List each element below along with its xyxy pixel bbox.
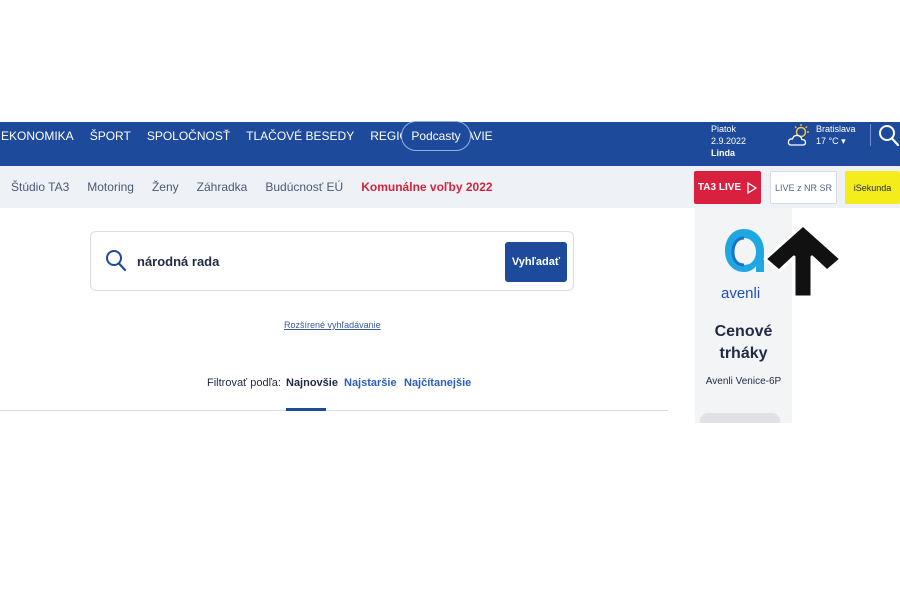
ad-product-image [700,413,780,423]
isekunda-button[interactable]: iSekunda [845,171,900,204]
ad-subtitle: Avenli Venice-6P [705,376,782,387]
filter-label: Filtrovať podľa: [207,377,281,389]
nav-item-sport[interactable]: ŠPORT [82,122,139,150]
play-icon [747,181,758,194]
filter-tab-newest[interactable]: Najnovšie [286,377,338,389]
filter-tab-most-read[interactable]: Najčítanejšie [404,377,471,389]
search-icon[interactable] [878,124,900,148]
active-tab-indicator [286,408,326,411]
subnav-item-zahradka[interactable]: Záhradka [188,180,257,194]
ad-title: Cenové trháky [714,323,773,362]
search-icon [106,250,127,272]
subnav-item-komunalne-volby[interactable]: Komunálne voľby 2022 [352,180,501,194]
nav-item-spolocnost[interactable]: SPOLOČNOSŤ [139,122,238,150]
subnav-item-zeny[interactable]: Ženy [143,180,188,194]
date-nameday: Piatok 2.9.2022 Linda [711,123,771,159]
main-navigation: EKONOMIKA ŠPORT SPOLOČNOSŤ TLAČOVÉ BESED… [0,121,900,166]
secondary-navigation: Štúdio TA3 Motoring Ženy Záhradka Budúcn… [0,166,900,208]
search-submit-button[interactable]: Vyhľadať [505,242,567,282]
arrow-up-icon [763,223,843,299]
divider [870,124,871,146]
subnav-item-studio-ta3[interactable]: Štúdio TA3 [0,180,78,194]
weather-widget[interactable]: Bratislava 17 °C ▾ [816,123,866,147]
search-input[interactable] [137,246,497,276]
subnav-item-buducnost-eu[interactable]: Budúcnosť EÚ [256,180,352,194]
advanced-search-link[interactable]: Rozšírené vyhľadávanie [284,320,381,330]
nav-item-ekonomika[interactable]: EKONOMIKA [0,122,82,150]
page: EKONOMIKA ŠPORT SPOLOČNOSŤ TLAČOVÉ BESED… [0,0,900,600]
chevron-down-icon: ▾ [841,136,846,146]
ta3-live-button[interactable]: TA3 LIVE [694,171,761,204]
search-box: Vyhľadať [90,231,574,291]
ta3-live-label: TA3 LIVE [697,182,742,193]
weather-city: Bratislava [816,124,856,134]
podcasts-button[interactable]: Podcasty [401,121,471,151]
filter-divider [0,410,668,411]
partly-cloudy-icon [787,124,809,146]
current-date: Piatok 2.9.2022 [711,124,747,146]
secondary-menu: Štúdio TA3 Motoring Ženy Záhradka Budúcn… [0,166,502,208]
filter-tab-oldest[interactable]: Najstaršie [344,377,397,389]
subnav-item-motoring[interactable]: Motoring [78,180,143,194]
nameday: Linda [711,148,735,158]
nav-item-tlacove-besedy[interactable]: TLAČOVÉ BESEDY [238,122,362,150]
live-nr-sr-button[interactable]: LIVE z NR SR [770,171,837,204]
weather-temperature: 17 °C ▾ [816,136,846,146]
ad-brand: avenli [721,285,761,302]
